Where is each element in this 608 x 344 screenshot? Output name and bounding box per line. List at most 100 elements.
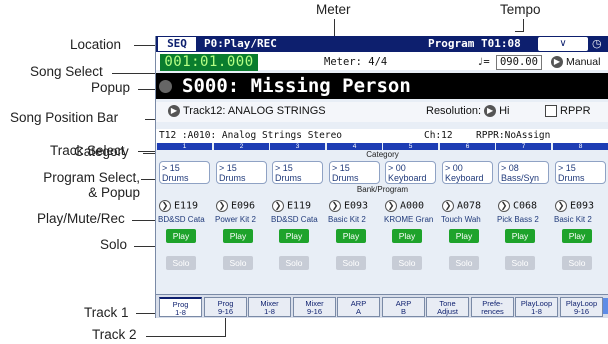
play-mute-rec-button[interactable]: Play [223, 229, 253, 243]
solo-button[interactable]: Solo [392, 256, 422, 270]
program-select[interactable]: ❯ E093 [555, 200, 594, 213]
program-popup-icon[interactable]: ❯ [385, 200, 397, 212]
tab-2[interactable]: Mixer 1-8 [248, 297, 291, 317]
program-name: Basic Kit 2 [328, 215, 366, 224]
tempo-value[interactable]: 090.00 [495, 55, 542, 70]
play-mute-rec-button[interactable]: Play [562, 229, 592, 243]
category-button[interactable]: > 15 Drums [216, 161, 267, 184]
program-number: E093 [570, 200, 595, 212]
tab-8[interactable]: PlayLoop 1-8 [515, 297, 558, 317]
tab-6[interactable]: Tone Adjust [426, 297, 469, 317]
track-header[interactable]: 3 [270, 143, 325, 150]
track-header[interactable]: 8 [553, 143, 608, 150]
tempo-field[interactable]: ♩= 090.00 [477, 54, 542, 71]
category-button[interactable]: > 00 Keyboard [442, 161, 493, 184]
tab-label-line2: 9-16 [573, 307, 589, 316]
tab-9[interactable]: PlayLoop 9-16 [560, 297, 603, 317]
program-name: Touch Wah [441, 215, 481, 224]
track-header[interactable]: 4 [327, 143, 382, 150]
location-field[interactable]: 001:01.000 [160, 54, 258, 71]
category-id: > 00 [445, 163, 463, 173]
program-popup-icon[interactable]: ❯ [272, 200, 284, 212]
category-name: Drums [219, 173, 246, 183]
rppr-label: RPPR [560, 105, 591, 117]
track-select-label: Track12: ANALOG STRINGS [183, 105, 326, 117]
meter-field[interactable]: Meter: 4/4 [324, 54, 387, 71]
solo-button[interactable]: Solo [562, 256, 592, 270]
solo-button[interactable]: Solo [336, 256, 366, 270]
channel-info: Ch:12 [424, 130, 453, 141]
program-name: Basic Kit 2 [554, 215, 592, 224]
record-icon[interactable]: ◷ [592, 37, 608, 51]
program-popup-icon[interactable]: ❯ [442, 200, 454, 212]
track-header[interactable]: 5 [383, 143, 438, 150]
category-button[interactable]: > 15 Drums [272, 161, 323, 184]
play-mute-rec-button[interactable]: Play [449, 229, 479, 243]
page-menu-button[interactable]: ∨ [538, 37, 588, 51]
program-select[interactable]: ❯ A078 [442, 200, 481, 213]
play-mute-rec-button[interactable]: Play [392, 229, 422, 243]
program-name: KROME Gran [384, 215, 434, 224]
program-popup-icon[interactable]: ❯ [159, 200, 171, 212]
track-header[interactable]: 1 [157, 143, 212, 150]
tab-5[interactable]: ARP B [382, 297, 425, 317]
program-number: A000 [400, 200, 425, 212]
rppr-checkbox[interactable]: RPPR [545, 104, 591, 119]
solo-button[interactable]: Solo [449, 256, 479, 270]
program-popup-icon[interactable]: ❯ [329, 200, 341, 212]
callout-track2: Track 2 [92, 327, 137, 342]
song-popup-button[interactable] [159, 80, 172, 93]
tempo-mode-popup[interactable]: ▶ Manual [551, 54, 600, 71]
tab-label-line2: Adjust [437, 307, 458, 316]
solo-button[interactable]: Solo [166, 256, 196, 270]
track-select[interactable]: ▶ Track12: ANALOG STRINGS [168, 104, 326, 119]
resolution-popup[interactable]: Resolution: ▶ Hi [426, 104, 510, 119]
resolution-label: Resolution: [426, 105, 482, 117]
tab-label-line2: rences [481, 307, 504, 316]
callout-category-label: Category [74, 144, 129, 159]
program-select[interactable]: ❯ A000 [385, 200, 424, 213]
solo-button[interactable]: Solo [223, 256, 253, 270]
tempo-mode-label: Manual [566, 56, 601, 68]
track-header[interactable]: 7 [496, 143, 551, 150]
track-grid: Category Bank/Program 1 > 15 Drums ❯ E119 BD&… [156, 143, 608, 293]
play-mute-rec-button[interactable]: Play [279, 229, 309, 243]
play-mute-rec-button[interactable]: Play [336, 229, 366, 243]
mode-label: SEQ [158, 37, 196, 51]
tab-4[interactable]: ARP A [337, 297, 380, 317]
tab-7[interactable]: Prefe-rences [471, 297, 514, 317]
program-popup-icon[interactable]: ❯ [498, 200, 510, 212]
play-mute-rec-button[interactable]: Play [166, 229, 196, 243]
program-select[interactable]: ❯ E119 [272, 200, 311, 213]
tab-1[interactable]: Prog 9-16 [204, 297, 247, 317]
tab-0[interactable]: Prog 1-8 [159, 297, 202, 317]
program-select[interactable]: ❯ E119 [159, 200, 198, 213]
program-popup-icon[interactable]: ❯ [555, 200, 567, 212]
track-header[interactable]: 6 [440, 143, 495, 150]
solo-button[interactable]: Solo [505, 256, 535, 270]
program-number: E096 [231, 200, 256, 212]
program-name: Pick Bass 2 [497, 215, 539, 224]
song-name[interactable]: S000: Missing Person [182, 74, 411, 98]
play-mute-rec-button[interactable]: Play [505, 229, 535, 243]
program-select[interactable]: ❯ E096 [216, 200, 255, 213]
category-button[interactable]: > 15 Drums [555, 161, 606, 184]
program-select[interactable]: ❯ E093 [329, 200, 368, 213]
solo-button[interactable]: Solo [279, 256, 309, 270]
callout-play-mute-rec: Play/Mute/Rec [37, 211, 125, 226]
category-button[interactable]: > 00 Keyboard [385, 161, 436, 184]
program-number: E119 [287, 200, 312, 212]
leader-track2 [146, 336, 226, 337]
category-name: Bass/Syn [501, 173, 540, 183]
tab-scroll-right-button[interactable] [603, 298, 608, 314]
page-title: P0:Play/REC [204, 37, 277, 50]
tab-3[interactable]: Mixer 9-16 [293, 297, 336, 317]
category-id: > 00 [388, 163, 406, 173]
category-button[interactable]: > 15 Drums [329, 161, 380, 184]
track-header[interactable]: 2 [214, 143, 269, 150]
category-button[interactable]: > 15 Drums [159, 161, 210, 184]
program-popup-icon[interactable]: ❯ [216, 200, 228, 212]
program-select[interactable]: ❯ C068 [498, 200, 537, 213]
callout-meter: Meter [316, 2, 351, 17]
category-button[interactable]: > 08 Bass/Syn [498, 161, 549, 184]
